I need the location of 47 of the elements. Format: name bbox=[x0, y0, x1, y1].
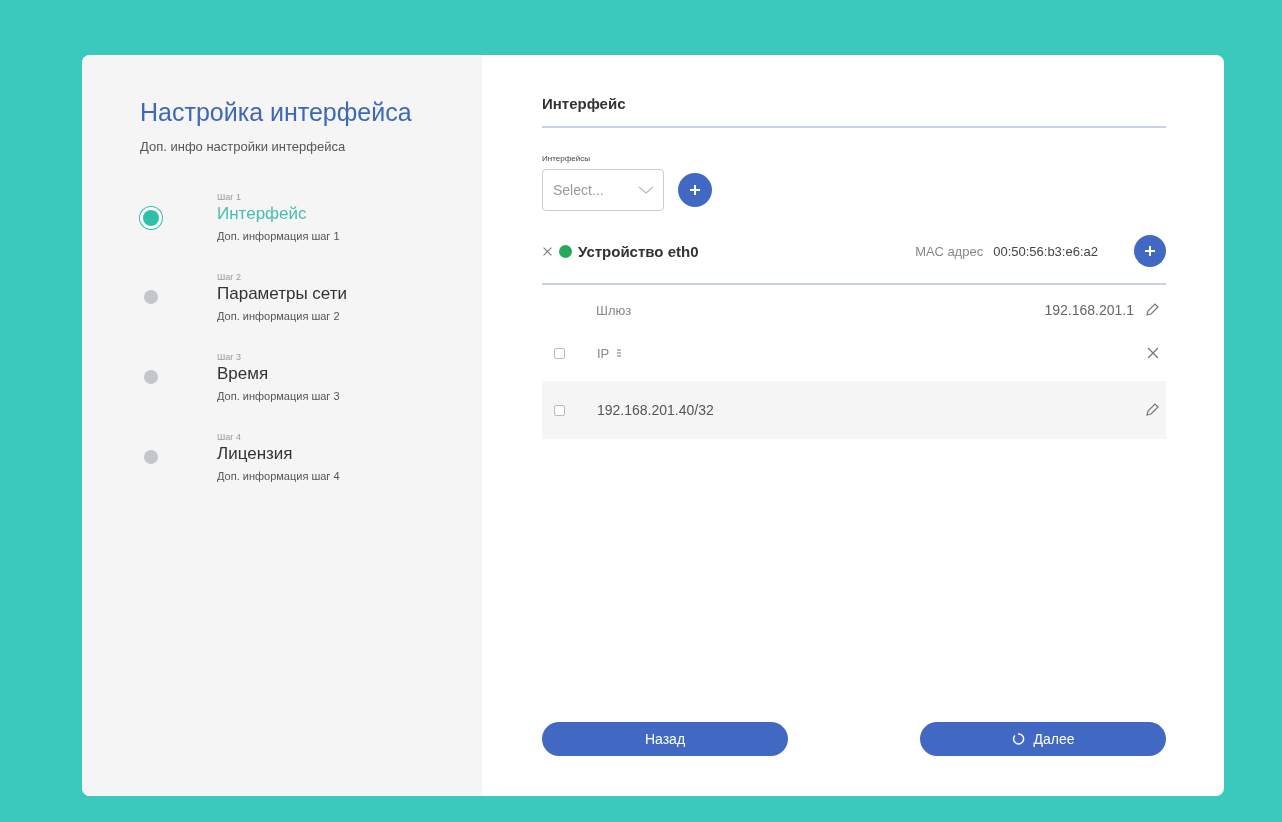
gateway-label: Шлюз bbox=[596, 302, 632, 318]
plus-icon bbox=[1143, 244, 1157, 258]
back-button[interactable]: Назад bbox=[542, 722, 788, 756]
ip-address: 192.168.201.40/32 bbox=[597, 402, 714, 418]
refresh-icon bbox=[1011, 732, 1026, 746]
wizard-title: Настройка интерфейса bbox=[140, 98, 413, 127]
field-label: Интерфейсы bbox=[542, 154, 590, 163]
edit-button[interactable] bbox=[1144, 402, 1160, 418]
step-number: Шаг 2 bbox=[217, 272, 242, 282]
checkbox[interactable] bbox=[554, 347, 565, 359]
close-icon bbox=[1146, 346, 1160, 360]
mac-label: МАС адрес bbox=[915, 243, 984, 259]
step-title[interactable]: Лицензия bbox=[217, 444, 293, 464]
pencil-icon bbox=[1144, 402, 1160, 418]
step-title[interactable]: Параметры сети bbox=[217, 284, 347, 304]
step-info: Доп. информация шаг 1 bbox=[217, 230, 340, 242]
add-button[interactable] bbox=[678, 173, 712, 207]
clear-button[interactable] bbox=[1146, 346, 1160, 360]
interface-select[interactable]: Select... bbox=[542, 169, 664, 211]
step-number: Шаг 1 bbox=[217, 192, 242, 202]
next-button[interactable]: Далее bbox=[920, 722, 1166, 756]
checkbox[interactable] bbox=[554, 404, 565, 416]
step-info: Доп. информация шаг 2 bbox=[217, 310, 340, 322]
remove-button[interactable] bbox=[542, 245, 553, 257]
device-name: Устройство eth0 bbox=[578, 242, 700, 260]
section-heading: Интерфейс bbox=[542, 95, 1166, 128]
column-header: IP bbox=[597, 345, 610, 361]
pencil-icon bbox=[1144, 302, 1160, 318]
wizard-subtitle: Доп. инфо настройки интерфейса bbox=[140, 139, 347, 154]
gateway-value: 192.168.201.1 bbox=[1044, 302, 1134, 318]
step-info: Доп. информация шаг 4 bbox=[217, 470, 340, 482]
step-indicator[interactable] bbox=[144, 370, 158, 384]
step-indicator[interactable] bbox=[144, 450, 158, 464]
plus-icon bbox=[688, 183, 702, 197]
step-info: Доп. информация шаг 3 bbox=[217, 390, 340, 402]
edit-button[interactable] bbox=[1144, 302, 1160, 318]
chevron-down-icon bbox=[638, 185, 654, 195]
step-indicator[interactable] bbox=[143, 210, 159, 226]
step-title[interactable]: Время bbox=[217, 364, 269, 384]
step-number: Шаг 3 bbox=[217, 352, 242, 362]
close-icon bbox=[542, 245, 553, 257]
mac-address: 00:50:56:b3:e6:a2 bbox=[993, 243, 1098, 259]
sort-icon[interactable] bbox=[615, 348, 624, 358]
step-indicator[interactable] bbox=[144, 290, 158, 304]
step-number: Шаг 4 bbox=[217, 432, 242, 442]
add-button[interactable] bbox=[1134, 235, 1166, 267]
table-row[interactable]: 192.168.201.40/32 bbox=[542, 381, 1166, 439]
